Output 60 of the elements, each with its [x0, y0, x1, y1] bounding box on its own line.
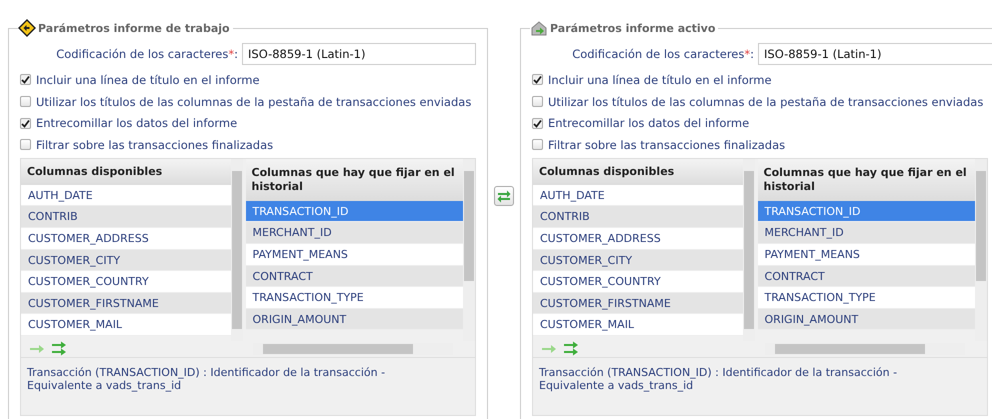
- list-item[interactable]: MERCHANT_ID: [758, 222, 975, 244]
- panel-title: Parámetros informe activo: [550, 22, 716, 34]
- list-item[interactable]: CONTRIB: [533, 206, 743, 228]
- list-item[interactable]: PAYMENT_MEANS: [758, 244, 975, 266]
- list-item[interactable]: CUSTOMER_CITY: [21, 250, 231, 272]
- diamond-sign-icon: [18, 19, 36, 37]
- house-arrow-icon: [530, 19, 548, 37]
- option-label: Utilizar los títulos de las columnas de la pestaña de transacciones enviadas: [36, 94, 472, 109]
- option-label: Utilizar los títulos de las columnas de la pestaña de transacciones enviadas: [548, 94, 984, 109]
- encoding-field[interactable]: ISO-8859-1 (Latin-1): [242, 43, 476, 65]
- list-item[interactable]: TRANSACTION_ID: [758, 200, 975, 222]
- option-label: Entrecomillar los datos del informe: [36, 116, 238, 130]
- arrow-right-icon[interactable]: [541, 342, 557, 355]
- option-label: Entrecomillar los datos del informe: [548, 116, 750, 130]
- arrow-right-icon[interactable]: [29, 342, 45, 355]
- double-arrow-right-icon[interactable]: [51, 340, 67, 357]
- list-item[interactable]: CUSTOMER_FIRSTNAME: [533, 292, 743, 314]
- list-item[interactable]: TRANSACTION_TYPE: [246, 287, 463, 309]
- checkbox[interactable]: [20, 139, 31, 150]
- swap-arrows-icon: [497, 189, 511, 203]
- list-item[interactable]: CUSTOMER_ADDRESS: [21, 228, 231, 250]
- list-item[interactable]: CUSTOMER_MAIL: [21, 314, 231, 336]
- description-text: Equivalente a vads_trans_id: [539, 378, 694, 392]
- panel-title: Parámetros informe de trabajo: [38, 22, 230, 34]
- list-item[interactable]: ORIGIN_AMOUNT: [246, 308, 463, 330]
- swap-button[interactable]: [494, 186, 514, 206]
- list-item[interactable]: CONTRIB: [21, 206, 231, 228]
- option-label: Incluir una línea de título en el informe: [548, 72, 772, 87]
- list-item[interactable]: ORIGIN_AMOUNT: [758, 308, 975, 330]
- checkbox[interactable]: [532, 118, 543, 129]
- list-item[interactable]: AUTH_DATE: [533, 184, 743, 206]
- description-text: Transacción (TRANSACTION_ID) : Identificador de la transacción -: [27, 366, 386, 379]
- list-item[interactable]: CUSTOMER_ADDRESS: [533, 228, 743, 250]
- list-item[interactable]: CUSTOMER_CITY: [533, 250, 743, 272]
- checkbox[interactable]: [532, 96, 543, 108]
- description-text: Transacción (TRANSACTION_ID) : Identificador de la transacción -: [539, 366, 898, 379]
- list-item[interactable]: TRANSACTION_ID: [246, 200, 463, 222]
- option-label: Incluir una línea de título en el informe: [36, 72, 260, 87]
- list-item[interactable]: CUSTOMER_COUNTRY: [21, 271, 231, 293]
- encoding-label: Codificación de los caracteres*:: [572, 47, 754, 61]
- checkbox[interactable]: [20, 74, 31, 86]
- checkbox[interactable]: [532, 74, 543, 86]
- list-item[interactable]: PAYMENT_MEANS: [246, 244, 463, 266]
- encoding-field[interactable]: ISO-8859-1 (Latin-1): [758, 43, 992, 65]
- list-item[interactable]: MERCHANT_ID: [246, 222, 463, 244]
- description-text: Equivalente a vads_trans_id: [27, 378, 182, 392]
- list-item[interactable]: AUTH_DATE: [21, 184, 231, 206]
- list-item[interactable]: CONTRACT: [246, 266, 463, 288]
- list-item[interactable]: CUSTOMER_MAIL: [533, 314, 743, 336]
- checkbox[interactable]: [532, 139, 543, 150]
- checkbox[interactable]: [20, 96, 31, 108]
- list-item[interactable]: CONTRACT: [758, 266, 975, 288]
- option-label: Filtrar sobre las transacciones finalizadas: [36, 138, 274, 152]
- encoding-label: Codificación de los caracteres*:: [56, 47, 238, 61]
- double-arrow-right-icon[interactable]: [563, 340, 579, 357]
- list-item[interactable]: TRANSACTION_TYPE: [758, 287, 975, 309]
- list-item[interactable]: CUSTOMER_FIRSTNAME: [21, 292, 231, 314]
- checkbox[interactable]: [20, 118, 31, 129]
- option-label: Filtrar sobre las transacciones finalizadas: [548, 138, 786, 152]
- list-item[interactable]: CUSTOMER_COUNTRY: [533, 271, 743, 293]
